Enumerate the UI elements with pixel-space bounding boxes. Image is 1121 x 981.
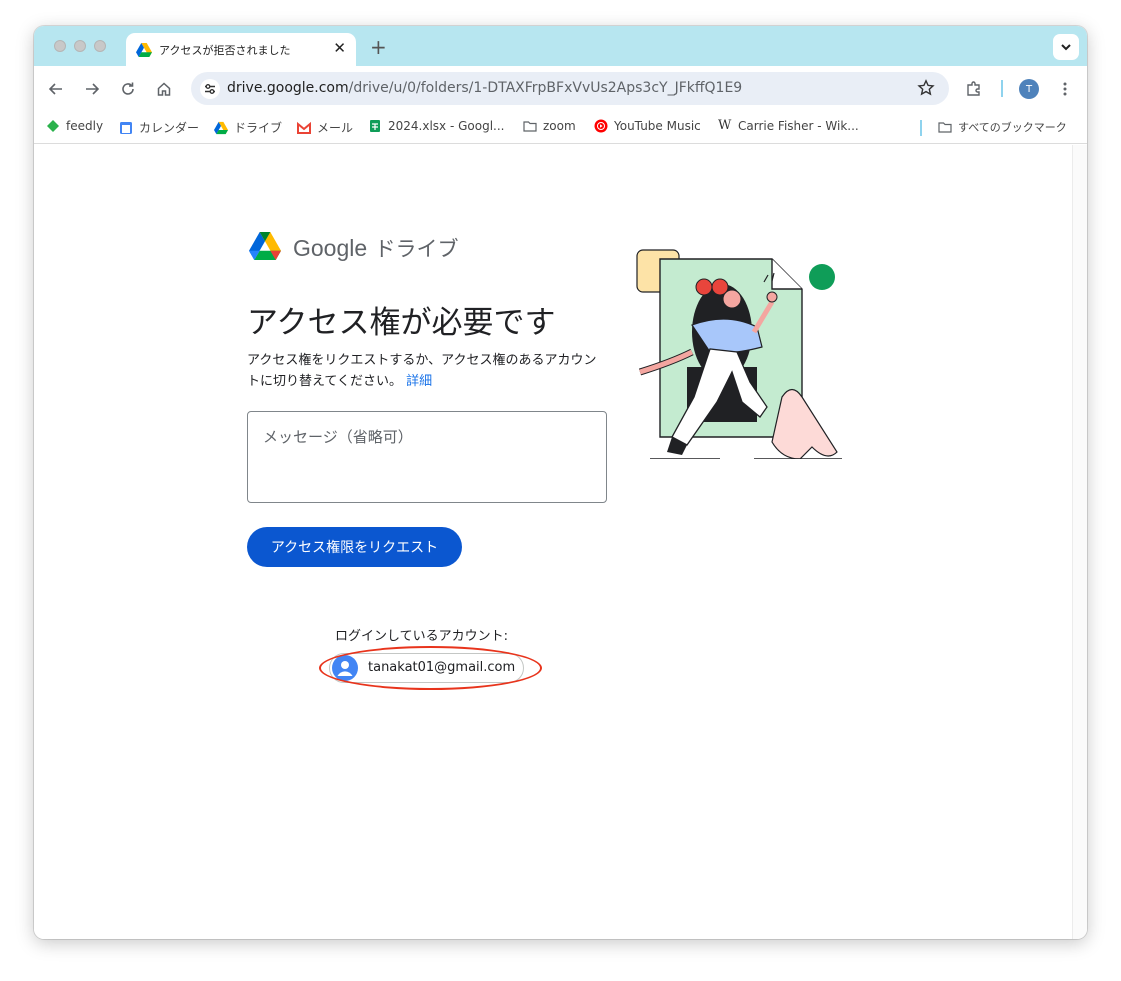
bookmark-star-icon[interactable] (917, 79, 935, 97)
drive-icon (214, 121, 228, 134)
calendar-icon (120, 121, 132, 134)
folder-icon (938, 122, 952, 133)
url-text: drive.google.com/drive/u/0/folders/1-DTA… (227, 80, 742, 96)
gmail-icon (297, 121, 311, 134)
bookmark-label: feedly (66, 119, 104, 133)
tab-search-button[interactable] (1053, 34, 1079, 60)
address-bar[interactable]: drive.google.com/drive/u/0/folders/1-DTA… (191, 72, 949, 105)
close-window-button[interactable] (54, 40, 66, 52)
bookmark-zoom[interactable]: zoom (523, 119, 576, 133)
new-tab-button[interactable]: + (370, 35, 387, 59)
details-link[interactable]: 詳細 (406, 374, 432, 389)
back-button[interactable] (46, 79, 66, 99)
page-title: アクセス権が必要です (247, 305, 556, 341)
extensions-button[interactable] (964, 79, 984, 99)
bookmark-drive[interactable]: ドライブ (214, 119, 282, 136)
menu-button[interactable] (1055, 79, 1075, 99)
forward-button[interactable] (82, 79, 102, 99)
tab-strip: アクセスが拒否されました ✕ + (34, 26, 1087, 66)
page-description: アクセス権をリクエストするか、アクセス権のあるアカウントに切り替えてください。 … (247, 350, 607, 392)
folder-icon (523, 121, 537, 132)
browser-toolbar: drive.google.com/drive/u/0/folders/1-DTA… (34, 66, 1087, 112)
logo-google: Google (293, 235, 368, 261)
site-settings-icon[interactable] (200, 79, 220, 99)
signed-in-label: ログインしているアカウント: (335, 629, 508, 644)
puzzle-icon (967, 81, 980, 96)
all-bookmarks-label: すべてのブックマーク (958, 121, 1067, 134)
product-logo-text: Google ドライブ (293, 233, 458, 263)
browser-window: アクセスが拒否されました ✕ + drive.google.com/drive/… (34, 26, 1087, 939)
account-email: tanakat01@gmail.com (368, 660, 516, 675)
home-icon (157, 82, 171, 96)
more-vert-icon (1063, 82, 1067, 96)
vertical-scrollbar[interactable] (1072, 145, 1087, 939)
bookmark-sheets[interactable]: 2024.xlsx - Googl... (368, 119, 504, 133)
bookmark-label: メール (317, 121, 354, 135)
zoom-window-button[interactable] (94, 40, 106, 52)
tab-active[interactable]: アクセスが拒否されました ✕ (126, 33, 356, 66)
toolbar-divider (1001, 80, 1003, 97)
url-host: drive.google.com (227, 80, 349, 96)
bookmarks-divider (920, 120, 922, 136)
youtube-music-icon (594, 119, 608, 133)
bookmark-label: zoom (543, 119, 576, 133)
all-bookmarks-button[interactable]: すべてのブックマーク (938, 119, 1067, 135)
message-placeholder: メッセージ（省略可） (263, 428, 413, 446)
bookmark-feedly[interactable]: feedly (46, 119, 103, 133)
message-textarea[interactable]: メッセージ（省略可） (247, 411, 607, 503)
bookmark-label: YouTube Music (614, 119, 701, 133)
bookmark-gmail[interactable]: メール (297, 119, 353, 136)
bookmark-label: 2024.xlsx - Googl... (388, 119, 505, 133)
feedly-icon (47, 120, 59, 132)
bookmark-calendar[interactable]: カレンダー (119, 119, 199, 136)
close-tab-icon[interactable]: ✕ (333, 39, 346, 57)
account-chip[interactable]: tanakat01@gmail.com (329, 653, 524, 683)
arrow-left-icon (48, 83, 62, 95)
bookmark-wikipedia[interactable]: W Carrie Fisher - Wik... (718, 118, 859, 134)
url-path: /drive/u/0/folders/1-DTAXFrpBFxVvUs2Aps3… (348, 80, 743, 96)
google-drive-logo-icon (249, 232, 281, 260)
logo-product: ドライブ (374, 237, 459, 261)
chevron-down-icon (1061, 44, 1071, 51)
account-avatar-icon (332, 655, 358, 681)
page-content: Google ドライブ アクセス権が必要です アクセス権をリクエストするか、アク… (34, 145, 1072, 939)
profile-avatar[interactable]: T (1019, 79, 1039, 99)
bookmark-label: ドライブ (234, 121, 283, 135)
access-denied-illustration (636, 249, 842, 459)
reload-icon (122, 82, 134, 95)
bookmark-youtube-music[interactable]: YouTube Music (594, 119, 701, 133)
reload-button[interactable] (118, 79, 138, 99)
minimize-window-button[interactable] (74, 40, 86, 52)
bookmark-label: Carrie Fisher - Wik... (738, 119, 859, 133)
sheets-icon (370, 120, 380, 132)
bookmarks-bar: feedly カレンダー ドライブ メール 2024.xlsx - Googl.… (34, 112, 1087, 144)
request-access-button[interactable]: アクセス権限をリクエスト (247, 527, 462, 567)
drive-icon (136, 43, 152, 57)
arrow-right-icon (86, 83, 100, 95)
tab-title: アクセスが拒否されました (159, 44, 291, 57)
bookmark-label: カレンダー (139, 121, 200, 135)
wikipedia-icon: W (718, 118, 732, 133)
home-button[interactable] (154, 79, 174, 99)
